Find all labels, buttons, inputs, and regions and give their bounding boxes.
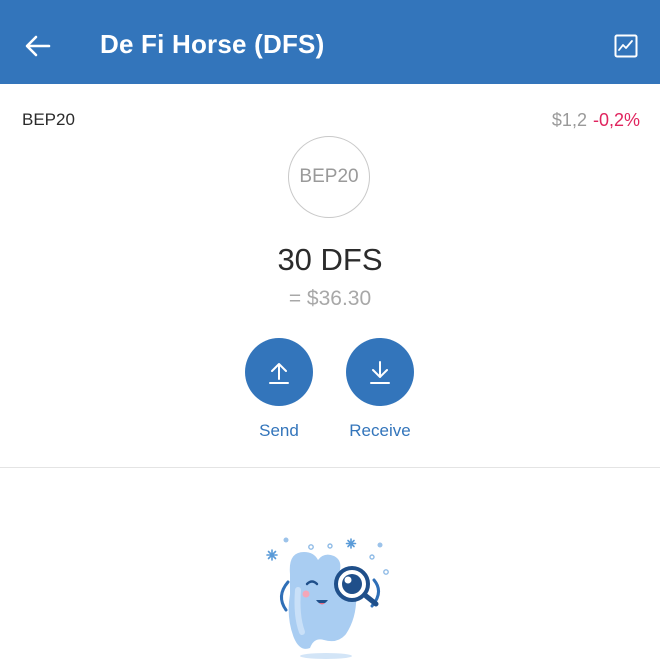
send-circle[interactable]: [245, 338, 313, 406]
receive-circle[interactable]: [346, 338, 414, 406]
app-bar: De Fi Horse (DFS): [0, 0, 660, 84]
upload-arrow-icon: [269, 363, 289, 384]
token-price: $1,2: [551, 110, 587, 130]
download-arrow-icon: [370, 361, 390, 384]
back-button[interactable]: [18, 26, 58, 66]
chart-line-icon: [614, 34, 638, 58]
network-label: BEP20: [22, 110, 75, 129]
price-change: -0,2%: [592, 110, 640, 130]
receive-label[interactable]: Receive: [330, 420, 430, 442]
receive-button[interactable]: Receive: [330, 338, 430, 442]
token-logo: BEP20: [288, 136, 370, 218]
send-label[interactable]: Send: [229, 420, 329, 442]
send-button[interactable]: Send: [229, 338, 329, 442]
token-balance: 30 DFS: [277, 242, 383, 277]
arrow-left-icon: [25, 35, 51, 57]
empty-state-illustration: [258, 530, 398, 660]
divider: [0, 467, 660, 468]
price-chart-button[interactable]: [612, 32, 640, 60]
fiat-balance: = $36.30: [288, 287, 372, 310]
page-title: De Fi Horse (DFS): [100, 29, 325, 59]
mascot-magnifier-icon: [266, 537, 389, 659]
price-info: $1,2 -0,2%: [552, 108, 640, 132]
